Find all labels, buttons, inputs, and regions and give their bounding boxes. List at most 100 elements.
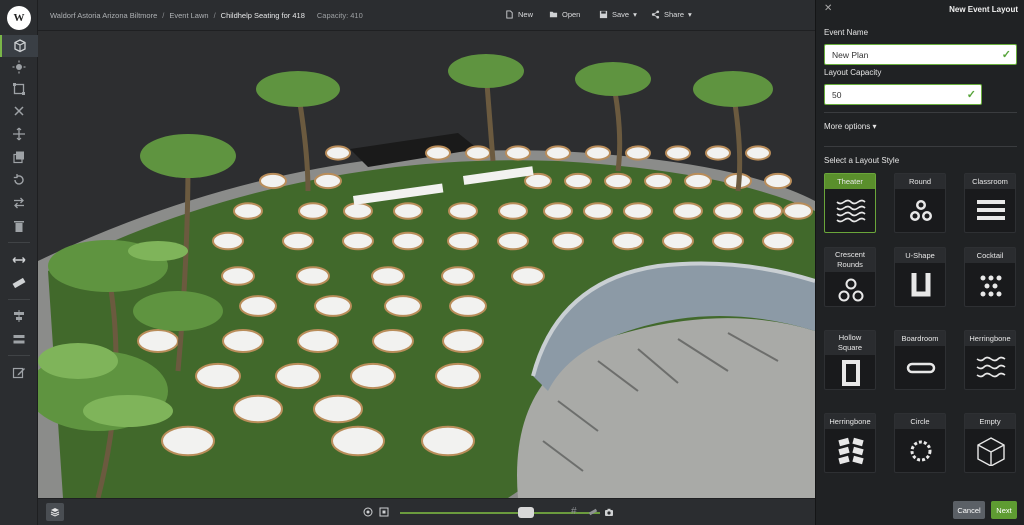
layout-style-crescent-rounds[interactable]: Crescent Rounds [824, 247, 876, 307]
measure-icon[interactable] [0, 249, 38, 271]
round-table[interactable] [673, 202, 703, 220]
round-table[interactable] [343, 202, 373, 220]
round-table[interactable] [585, 145, 611, 161]
round-table[interactable] [239, 295, 277, 317]
round-table[interactable] [392, 231, 424, 251]
fit-view-icon[interactable] [379, 507, 389, 517]
cancel-button[interactable]: Cancel [953, 501, 985, 519]
round-table[interactable] [350, 362, 396, 390]
round-table[interactable] [762, 231, 794, 251]
round-table[interactable] [137, 329, 179, 353]
round-table[interactable] [259, 172, 287, 190]
3d-viewport[interactable] [38, 31, 815, 498]
round-table[interactable] [713, 202, 743, 220]
share-button[interactable]: Share ▾ [651, 10, 692, 19]
round-table[interactable] [684, 172, 712, 190]
round-table[interactable] [764, 172, 792, 190]
layout-style-classroom[interactable]: Classroom [964, 173, 1016, 233]
frame-icon[interactable] [0, 78, 38, 100]
round-table[interactable] [705, 145, 731, 161]
round-table[interactable] [393, 202, 423, 220]
round-table[interactable] [497, 231, 529, 251]
logo-icon[interactable]: W [7, 6, 31, 30]
target-icon[interactable] [363, 507, 373, 517]
cube-icon[interactable] [0, 35, 38, 57]
layout-style-empty-cube[interactable]: Empty [964, 413, 1016, 473]
round-table[interactable] [449, 295, 487, 317]
round-table[interactable] [543, 202, 573, 220]
round-table[interactable] [441, 266, 475, 286]
round-table[interactable] [212, 231, 244, 251]
align-icon[interactable] [0, 305, 38, 327]
copy-icon[interactable] [0, 146, 38, 168]
layers-button[interactable] [46, 503, 64, 521]
zoom-slider[interactable] [400, 512, 600, 514]
move-icon[interactable] [0, 123, 38, 145]
round-table[interactable] [612, 231, 644, 251]
round-table[interactable] [545, 145, 571, 161]
close-icon[interactable] [0, 100, 38, 122]
more-options-toggle[interactable]: More options ▾ [824, 122, 876, 131]
round-table[interactable] [712, 231, 744, 251]
round-table[interactable] [314, 295, 352, 317]
round-table[interactable] [342, 231, 374, 251]
ruler-icon[interactable] [0, 272, 38, 294]
layout-style-boardroom[interactable]: Boardroom [894, 330, 946, 390]
camera-icon[interactable] [604, 507, 614, 517]
round-table[interactable] [623, 202, 653, 220]
round-table[interactable] [314, 172, 342, 190]
ruler-icon[interactable] [588, 507, 598, 517]
swap-icon[interactable] [0, 192, 38, 214]
round-table[interactable] [384, 295, 422, 317]
distribute-icon[interactable] [0, 328, 38, 350]
round-table[interactable] [644, 172, 672, 190]
layout-style-u-shape[interactable]: U-Shape [894, 247, 946, 307]
save-button[interactable]: Save ▾ [599, 10, 637, 19]
zoom-slider-thumb[interactable] [518, 507, 534, 518]
round-table[interactable] [275, 362, 321, 390]
round-table[interactable] [325, 145, 351, 161]
round-table[interactable] [745, 145, 771, 161]
round-table[interactable] [442, 329, 484, 353]
round-table[interactable] [296, 266, 330, 286]
round-table[interactable] [331, 425, 385, 457]
new-button[interactable]: New [505, 10, 533, 19]
round-table[interactable] [298, 202, 328, 220]
close-icon[interactable]: ✕ [824, 3, 832, 14]
venue-scene[interactable] [38, 31, 815, 498]
edit-icon[interactable] [0, 362, 38, 384]
round-table[interactable] [221, 266, 255, 286]
round-table[interactable] [505, 145, 531, 161]
round-table[interactable] [783, 202, 813, 220]
round-table[interactable] [372, 329, 414, 353]
breadcrumb-space[interactable]: Event Lawn [169, 11, 208, 20]
layout-style-herringbone-alt[interactable]: Herringbone [824, 413, 876, 473]
round-table[interactable] [665, 145, 691, 161]
round-table[interactable] [195, 362, 241, 390]
layout-style-theater[interactable]: Theater [824, 173, 876, 233]
layout-style-cocktail[interactable]: Cocktail [964, 247, 1016, 307]
round-table[interactable] [297, 329, 339, 353]
breadcrumb-venue[interactable]: Waldorf Astoria Arizona Biltmore [50, 11, 157, 20]
layout-style-circle[interactable]: Circle [894, 413, 946, 473]
round-table[interactable] [625, 145, 651, 161]
round-table[interactable] [604, 172, 632, 190]
open-button[interactable]: Open [549, 10, 580, 19]
rotate-icon[interactable] [0, 169, 38, 191]
round-table[interactable] [564, 172, 592, 190]
round-table[interactable] [511, 266, 545, 286]
grid-icon[interactable]: # [571, 506, 577, 517]
round-table[interactable] [583, 202, 613, 220]
layout-style-herringbone[interactable]: Herringbone [964, 330, 1016, 390]
round-table[interactable] [313, 394, 363, 424]
round-table[interactable] [421, 425, 475, 457]
round-table[interactable] [282, 231, 314, 251]
round-table[interactable] [448, 202, 478, 220]
round-table[interactable] [222, 329, 264, 353]
next-button[interactable]: Next [991, 501, 1017, 519]
round-table[interactable] [425, 145, 451, 161]
capacity-field[interactable]: 50 ✓ [824, 84, 982, 105]
layout-style-hollow-square[interactable]: Hollow Square [824, 330, 876, 390]
round-table[interactable] [465, 145, 491, 161]
sun-icon[interactable] [0, 56, 38, 78]
